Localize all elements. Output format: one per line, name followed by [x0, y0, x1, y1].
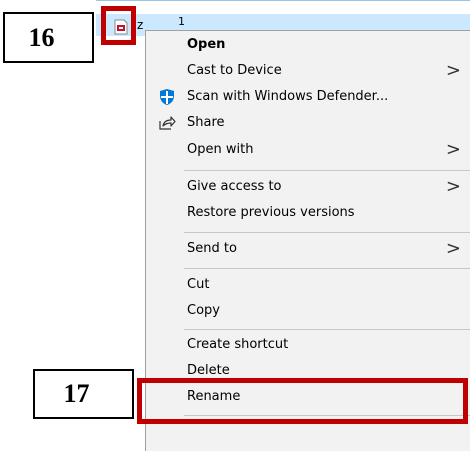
menu-item-label: Create shortcut	[187, 337, 289, 352]
menu-item-create-shortcut[interactable]: Create shortcut	[146, 333, 470, 357]
step-16-callout: 16	[3, 12, 94, 63]
menu-item-label: Scan with Windows Defender...	[187, 89, 389, 104]
menu-item-label: Open	[187, 37, 226, 52]
menu-item-scan-with-defender[interactable]: Scan with Windows Defender...	[146, 85, 470, 109]
menu-item-share[interactable]: Share	[146, 111, 470, 135]
step-16-highlight-box	[101, 6, 136, 45]
file-name[interactable]: z	[137, 18, 143, 32]
menu-item-label: Give access to	[187, 179, 282, 194]
menu-item-label: Cast to Device	[187, 63, 282, 78]
step-17-callout: 17	[33, 369, 134, 419]
file-row-top-border	[96, 0, 470, 1]
chevron-right-icon: >	[445, 60, 461, 81]
menu-item-label: Send to	[187, 241, 237, 256]
menu-item-cut[interactable]: Cut	[146, 273, 470, 297]
menu-item-label: Cut	[187, 277, 210, 292]
file-name-suffix: 1	[178, 15, 185, 28]
chevron-right-icon: >	[445, 176, 461, 197]
menu-item-open[interactable]: Open	[146, 33, 470, 57]
menu-item-restore-previous-versions[interactable]: Restore previous versions	[146, 201, 470, 225]
menu-separator	[184, 268, 470, 269]
menu-item-label: Copy	[187, 303, 220, 318]
menu-separator	[184, 232, 470, 233]
menu-separator	[184, 170, 470, 171]
menu-item-label: Delete	[187, 363, 230, 378]
menu-separator	[184, 329, 470, 330]
menu-item-label: Restore previous versions	[187, 205, 355, 220]
menu-item-cast-to-device[interactable]: Cast to Device >	[146, 59, 470, 83]
menu-item-open-with[interactable]: Open with >	[146, 138, 470, 162]
menu-item-label: Share	[187, 115, 225, 130]
menu-item-label: Open with	[187, 142, 254, 157]
windows-defender-icon	[158, 88, 176, 106]
chevron-right-icon: >	[445, 139, 461, 160]
menu-item-give-access-to[interactable]: Give access to >	[146, 175, 470, 199]
share-icon	[158, 114, 176, 132]
step-17-highlight-box	[137, 378, 468, 424]
menu-item-copy[interactable]: Copy	[146, 299, 470, 323]
menu-item-send-to[interactable]: Send to >	[146, 237, 470, 261]
chevron-right-icon: >	[445, 238, 461, 259]
